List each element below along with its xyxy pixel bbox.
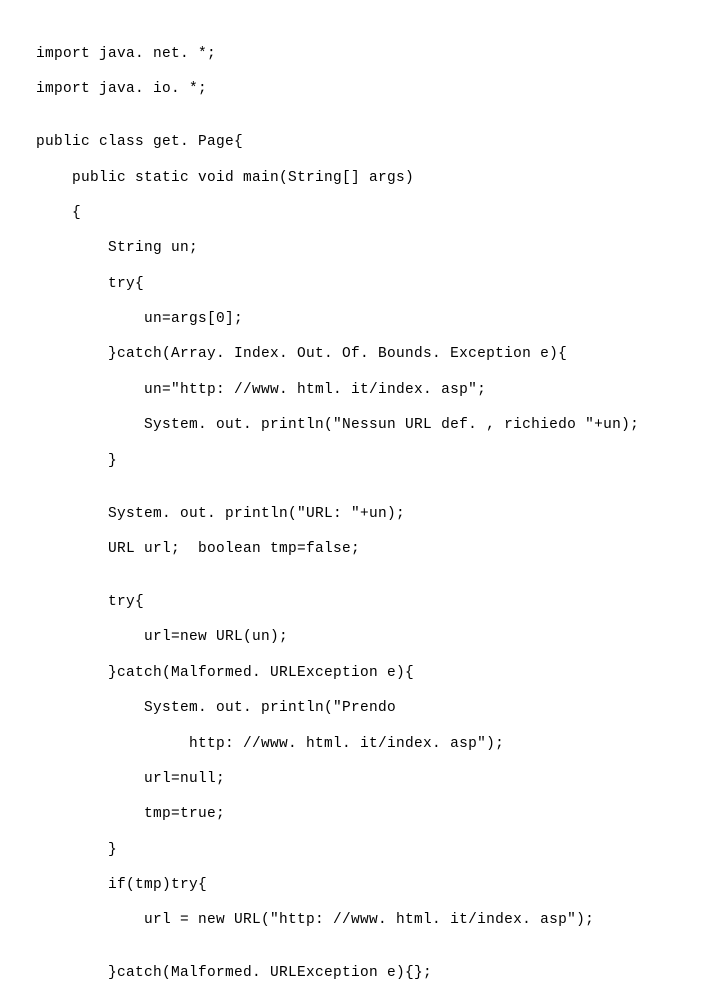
code-line: URL url; boolean tmp=false; (36, 541, 720, 559)
code-line: public class get. Page{ (36, 134, 720, 152)
code-line: public static void main(String[] args) (36, 170, 720, 188)
code-block: import java. net. *; import java. io. *;… (0, 0, 720, 1001)
code-line: http: //www. html. it/index. asp"); (36, 736, 720, 754)
code-line: url=new URL(un); (36, 629, 720, 647)
code-line: import java. io. *; (36, 81, 720, 99)
code-line: { (36, 205, 720, 223)
code-line: }catch(Array. Index. Out. Of. Bounds. Ex… (36, 346, 720, 364)
code-line: System. out. println("Prendo (36, 700, 720, 718)
code-line: un=args[0]; (36, 311, 720, 329)
code-line: } (36, 453, 720, 471)
code-line: }catch(Malformed. URLException e){ (36, 665, 720, 683)
code-line: String un; (36, 240, 720, 258)
code-line: url=null; (36, 771, 720, 789)
code-line: url = new URL("http: //www. html. it/ind… (36, 912, 720, 930)
code-line: System. out. println("Nessun URL def. , … (36, 417, 720, 435)
code-line: tmp=true; (36, 806, 720, 824)
code-line: try{ (36, 276, 720, 294)
code-line: import java. net. *; (36, 46, 720, 64)
code-line: if(tmp)try{ (36, 877, 720, 895)
code-line: un="http: //www. html. it/index. asp"; (36, 382, 720, 400)
code-line: try{ (36, 594, 720, 612)
code-line: } (36, 842, 720, 860)
code-line: System. out. println("URL: "+un); (36, 506, 720, 524)
code-line: }catch(Malformed. URLException e){}; (36, 965, 720, 983)
